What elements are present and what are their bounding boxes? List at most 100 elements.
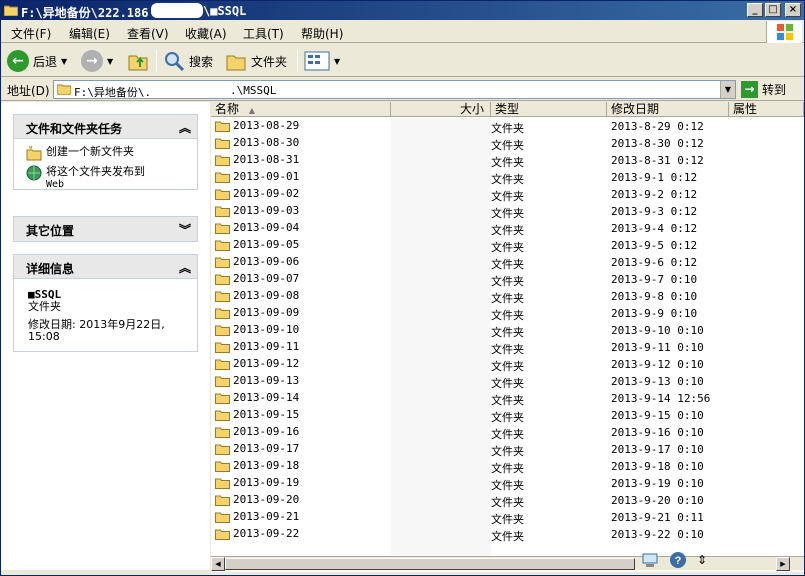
help-icon[interactable]: ? [669,551,687,569]
cell-name[interactable]: 2013-09-11 [215,340,299,353]
chevron-down-icon: ▼ [61,56,68,66]
header-type[interactable]: 类型 [491,102,607,117]
cell-name[interactable]: 2013-08-29 [215,119,299,132]
address-input[interactable]: F:\异地备份\. .\MSSQL ▼ [53,80,736,99]
table-row[interactable]: 2013-09-22 文件夹 2013-9-22 0:10 [211,526,771,543]
expand-icon[interactable]: ︾ [179,221,191,238]
table-row[interactable]: 2013-09-15 文件夹 2013-9-15 0:10 [211,407,771,424]
panel-header[interactable]: 详细信息 ︽ [14,255,197,279]
task-publish-web[interactable]: 将这个文件夹发布到 Web [14,161,197,191]
cell-name[interactable]: 2013-09-03 [215,204,299,217]
scroll-thumb[interactable] [225,558,635,570]
file-name: 2013-09-06 [233,255,300,268]
cell-name[interactable]: 2013-09-09 [215,306,299,319]
table-row[interactable]: 2013-09-16 文件夹 2013-9-16 0:10 [211,424,771,441]
title-bar[interactable]: F:\异地备份\222.186 \■SSQL _ □ × [1,1,804,20]
close-button[interactable]: × [785,3,801,17]
panel-header[interactable]: 文件和文件夹任务 ︽ [14,115,197,139]
menu-tools[interactable]: 工具(T) [243,25,284,42]
table-row[interactable]: 2013-09-02 文件夹 2013-9-2 0:12 [211,186,771,203]
file-modified: 2013-9-11 0:10 [611,341,704,354]
table-row[interactable]: 2013-09-01 文件夹 2013-9-1 0:12 [211,169,771,186]
go-button[interactable]: → 转到 [741,80,786,99]
cell-name[interactable]: 2013-08-31 [215,153,299,166]
cell-name[interactable]: 2013-09-07 [215,272,299,285]
collapse-icon[interactable]: ︽ [179,119,191,136]
file-name: 2013-09-19 [233,476,300,489]
table-row[interactable]: 2013-09-05 文件夹 2013-9-5 0:12 [211,237,771,254]
cell-name[interactable]: 2013-09-21 [215,510,299,523]
table-row[interactable]: 2013-09-06 文件夹 2013-9-6 0:12 [211,254,771,271]
menu-help[interactable]: 帮助(H) [301,25,343,42]
panel-header[interactable]: 其它位置 ︾ [14,217,197,241]
cell-name[interactable]: 2013-09-22 [215,527,299,540]
horizontal-scrollbar[interactable]: ◀ ▶ [211,556,804,571]
scroll-left-button[interactable]: ◀ [211,557,225,571]
cell-name[interactable]: 2013-09-04 [215,221,299,234]
up-folder-button[interactable] [127,49,149,73]
header-attr[interactable]: 属性 [729,102,804,117]
table-row[interactable]: 2013-08-29 文件夹 2013-8-29 0:12 [211,118,771,135]
table-row[interactable]: 2013-08-30 文件夹 2013-8-30 0:12 [211,135,771,152]
cell-name[interactable]: 2013-08-30 [215,136,299,149]
task-new-folder[interactable]: 创建一个新文件夹 [14,139,197,161]
table-row[interactable]: 2013-09-04 文件夹 2013-9-4 0:12 [211,220,771,237]
cell-name[interactable]: 2013-09-19 [215,476,299,489]
header-name[interactable]: 名称 ▲ [211,102,391,117]
back-button[interactable]: ← 后退 ▼ [7,49,67,73]
menu-file[interactable]: 文件(F) [11,25,51,42]
file-modified: 2013-9-8 0:10 [611,290,698,303]
cell-name[interactable]: 2013-09-13 [215,374,299,387]
cell-name[interactable]: 2013-09-08 [215,289,299,302]
table-row[interactable]: 2013-08-31 文件夹 2013-8-31 0:12 [211,152,771,169]
folder-icon [215,240,230,251]
search-button[interactable]: 搜索 [163,49,213,73]
header-modified[interactable]: 修改日期 [607,102,729,117]
cell-name[interactable]: 2013-09-17 [215,442,299,455]
header-size[interactable]: 大小 [391,102,491,117]
table-row[interactable]: 2013-09-08 文件夹 2013-9-8 0:10 [211,288,771,305]
table-row[interactable]: 2013-09-09 文件夹 2013-9-9 0:10 [211,305,771,322]
cell-name[interactable]: 2013-09-14 [215,391,299,404]
table-row[interactable]: 2013-09-18 文件夹 2013-9-18 0:10 [211,458,771,475]
cell-name[interactable]: 2013-09-10 [215,323,299,336]
back-label: 后退 [33,54,58,69]
menu-edit[interactable]: 编辑(E) [69,25,110,42]
address-dropdown-button[interactable]: ▼ [720,81,735,98]
table-row[interactable]: 2013-09-20 文件夹 2013-9-20 0:10 [211,492,771,509]
menu-view[interactable]: 查看(V) [127,25,169,42]
table-row[interactable]: 2013-09-13 文件夹 2013-9-13 0:10 [211,373,771,390]
table-row[interactable]: 2013-09-03 文件夹 2013-9-3 0:12 [211,203,771,220]
file-type: 文件夹 [491,395,524,407]
folders-icon [226,55,246,71]
cell-name[interactable]: 2013-09-18 [215,459,299,472]
views-button[interactable]: ▼ [304,49,340,73]
table-row[interactable]: 2013-09-14 文件夹 2013-9-14 12:56 [211,390,771,407]
cell-name[interactable]: 2013-09-16 [215,425,299,438]
file-name: 2013-09-08 [233,289,300,302]
menu-favorites[interactable]: 收藏(A) [185,25,227,42]
file-modified: 2013-9-16 0:10 [611,426,704,439]
scroll-right-button[interactable]: ▶ [776,557,790,571]
table-row[interactable]: 2013-09-10 文件夹 2013-9-10 0:10 [211,322,771,339]
cell-name[interactable]: 2013-09-20 [215,493,299,506]
table-row[interactable]: 2013-09-17 文件夹 2013-9-17 0:10 [211,441,771,458]
folders-button[interactable]: 文件夹 [225,49,287,73]
file-modified: 2013-9-14 12:56 [611,392,711,405]
table-row[interactable]: 2013-09-11 文件夹 2013-9-11 0:10 [211,339,771,356]
cell-name[interactable]: 2013-09-06 [215,255,299,268]
collapse-icon[interactable]: ︽ [179,259,191,276]
cell-name[interactable]: 2013-09-12 [215,357,299,370]
forward-button[interactable]: → ▼ [81,49,113,73]
table-row[interactable]: 2013-09-21 文件夹 2013-9-21 0:11 [211,509,771,526]
table-row[interactable]: 2013-09-12 文件夹 2013-9-12 0:10 [211,356,771,373]
table-row[interactable]: 2013-09-07 文件夹 2013-9-7 0:10 [211,271,771,288]
cell-name[interactable]: 2013-09-05 [215,238,299,251]
maximize-button[interactable]: □ [765,3,781,17]
table-row[interactable]: 2013-09-19 文件夹 2013-9-19 0:10 [211,475,771,492]
cell-name[interactable]: 2013-09-15 [215,408,299,421]
cell-name[interactable]: 2013-09-01 [215,170,299,183]
minimize-button[interactable]: _ [747,3,763,17]
cell-name[interactable]: 2013-09-02 [215,187,299,200]
scroll-arrows-icon[interactable]: ⇕ [697,553,707,567]
